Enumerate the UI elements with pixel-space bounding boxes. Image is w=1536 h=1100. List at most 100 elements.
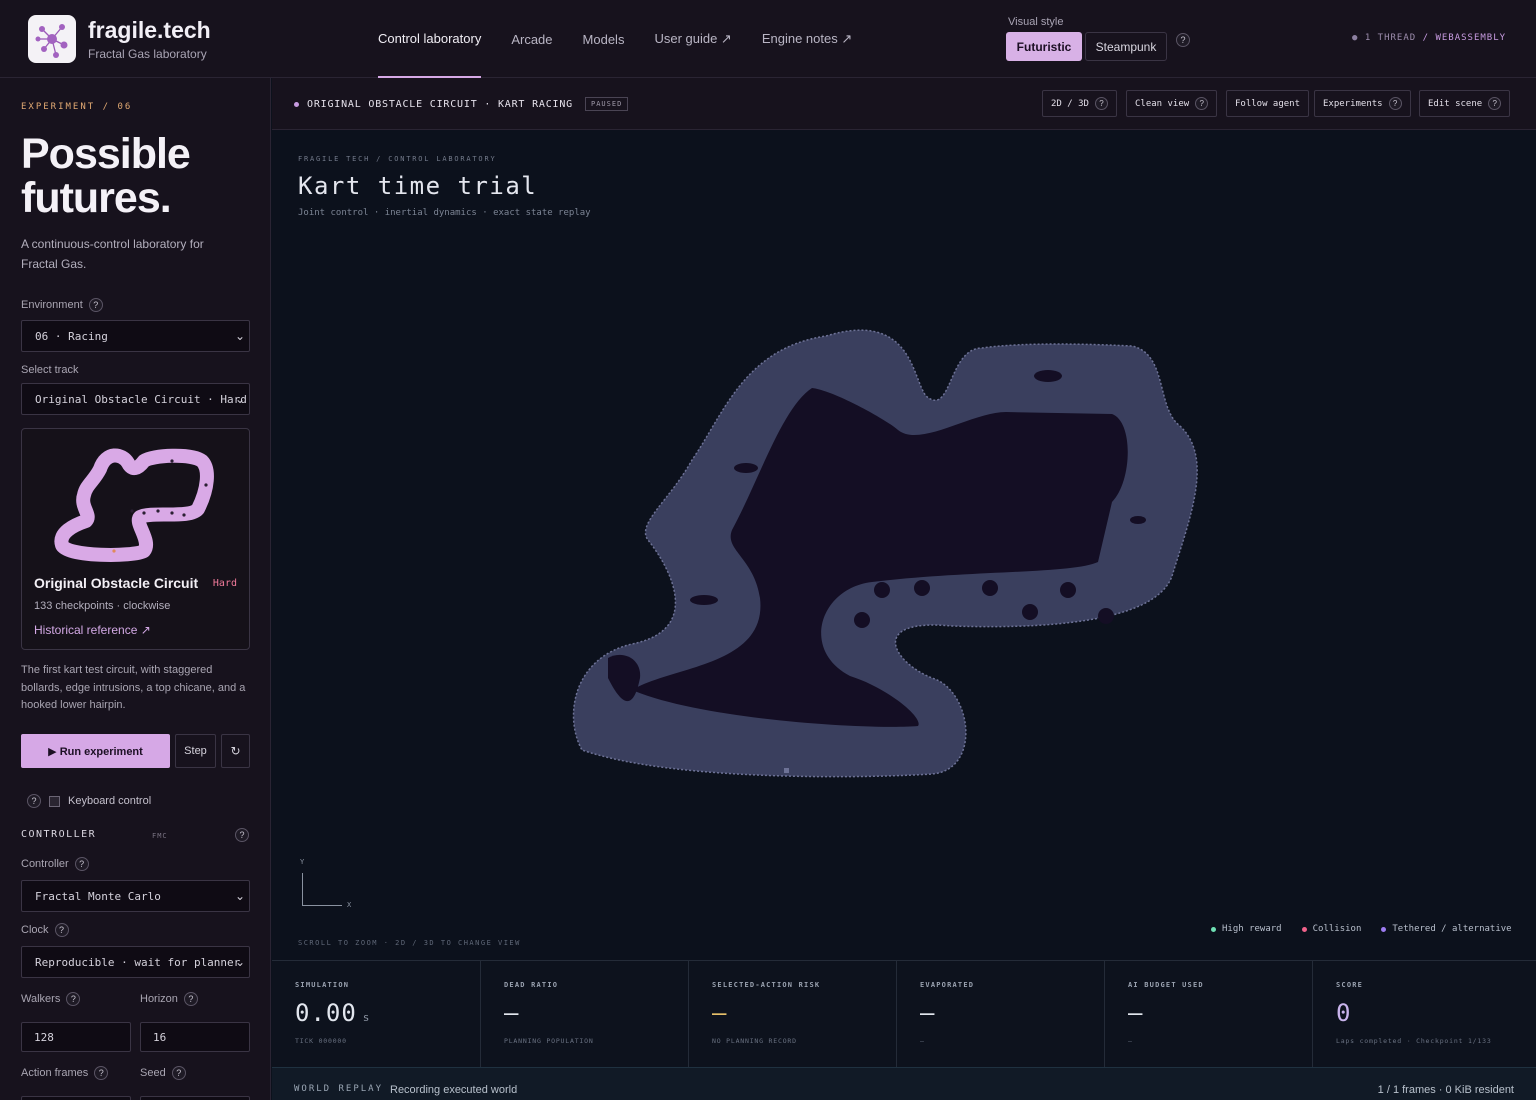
seed-input[interactable]: [140, 1096, 250, 1100]
help-icon[interactable]: ?: [1176, 33, 1190, 47]
track-value: Original Obstacle Circuit · Hard: [35, 392, 247, 406]
controller-label: Controller ?: [21, 857, 89, 871]
help-icon[interactable]: ?: [94, 1066, 109, 1080]
metric-value: —: [504, 999, 520, 1027]
view-hint: SCROLL TO ZOOM · 2D / 3D TO CHANGE VIEW: [298, 939, 521, 947]
metric-score: SCORE 0 Laps completed · Checkpoint 1/13…: [1312, 961, 1536, 1068]
step-button[interactable]: Step: [175, 734, 216, 768]
track-label: Select track: [21, 364, 78, 376]
chevron-down-icon: ⌄: [234, 889, 245, 903]
nav-engine-notes[interactable]: Engine notes ↗: [762, 0, 852, 78]
metric-sub: Laps completed · Checkpoint 1/133: [1336, 1037, 1492, 1045]
environment-value: 06 · Racing: [35, 329, 108, 343]
edit-scene-button[interactable]: Edit scene?: [1419, 90, 1511, 117]
keyboard-control-row: ? Keyboard control: [27, 794, 151, 808]
chevron-down-icon: ⌄: [234, 955, 245, 969]
walkers-label-text: Walkers: [21, 993, 61, 1005]
help-icon[interactable]: ?: [1388, 97, 1402, 110]
edit-scene-label: Edit scene: [1428, 98, 1483, 109]
experiment-kicker: EXPERIMENT / 06: [21, 102, 133, 112]
experiments-button[interactable]: Experiments?: [1314, 90, 1411, 117]
environment-label-text: Environment: [21, 299, 83, 311]
status-badge: PAUSED: [585, 97, 629, 111]
main-nav: Control laboratory Arcade Models User gu…: [378, 0, 852, 78]
brand-name[interactable]: fragile.tech: [88, 17, 211, 44]
difficulty-badge: Hard: [212, 578, 237, 589]
legend: High reward Collision Tethered / alterna…: [1211, 924, 1512, 934]
help-icon[interactable]: ?: [54, 923, 69, 937]
environment-select[interactable]: 06 · Racing ⌄: [21, 320, 250, 352]
scene-title: ORIGINAL OBSTACLE CIRCUIT · KART RACING …: [294, 97, 629, 111]
walkers-label: Walkers ?: [21, 992, 81, 1006]
keyboard-control-checkbox[interactable]: [49, 795, 60, 807]
legend-dot-icon: [1381, 926, 1387, 932]
world-replay-bar: WORLD REPLAY Recording executed world 1 …: [272, 1067, 1536, 1100]
metric-value: —: [1128, 999, 1144, 1027]
clean-view-button[interactable]: Clean view?: [1126, 90, 1218, 117]
start-marker: [784, 768, 789, 773]
legend-label: Tethered / alternative: [1392, 924, 1512, 934]
legend-label: Collision: [1312, 924, 1362, 934]
experiments-label: Experiments: [1323, 98, 1383, 109]
chevron-down-icon: ⌄: [234, 329, 245, 343]
metric-label: SELECTED-ACTION RISK: [712, 981, 821, 989]
follow-agent-button[interactable]: Follow agent: [1226, 90, 1310, 117]
action-frames-label-text: Action frames: [21, 1067, 89, 1079]
help-icon[interactable]: ?: [171, 1066, 186, 1080]
help-icon[interactable]: ?: [235, 828, 249, 842]
network-logo-icon[interactable]: [28, 15, 76, 63]
replay-frames: 1 / 1 frames · 0 KiB resident: [1377, 1084, 1514, 1096]
horizon-input[interactable]: 16: [140, 1022, 250, 1052]
visual-style-label: Visual style: [1008, 16, 1064, 28]
help-icon[interactable]: ?: [1488, 97, 1502, 110]
style-steampunk-button[interactable]: Steampunk: [1085, 32, 1167, 61]
nav-control-laboratory[interactable]: Control laboratory: [378, 0, 482, 78]
metrics-strip: SIMULATION 0.00 s TICK 000000 DEAD RATIO …: [272, 960, 1536, 1068]
help-icon[interactable]: ?: [74, 857, 89, 871]
metric-value: —: [712, 999, 728, 1027]
track-select[interactable]: Original Obstacle Circuit · Hard ⌄: [21, 383, 250, 415]
help-icon[interactable]: ?: [27, 794, 41, 808]
nav-user-guide[interactable]: User guide ↗: [654, 0, 731, 78]
clock-label: Clock ?: [21, 923, 69, 937]
metric-label: AI BUDGET USED: [1128, 981, 1204, 989]
scene-title-text: ORIGINAL OBSTACLE CIRCUIT · KART RACING: [307, 98, 573, 110]
clock-label-text: Clock: [21, 924, 49, 936]
horizon-label: Horizon ?: [140, 992, 198, 1006]
metric-label: DEAD RATIO: [504, 981, 559, 989]
track-label-text: Select track: [21, 364, 79, 376]
metric-sub: NO PLANNING RECORD: [712, 1037, 797, 1045]
top-bar: fragile.tech Fractal Gas laboratory Cont…: [0, 0, 1536, 78]
historical-reference-link[interactable]: Historical reference ↗: [34, 623, 151, 637]
view-title: Kart time trial: [298, 172, 538, 200]
metric-value-row: 0.00 s: [295, 999, 480, 1029]
toggle-2d-3d-button[interactable]: 2D / 3D?: [1042, 90, 1117, 117]
nav-models[interactable]: Models: [583, 0, 625, 78]
metric-ai-budget: AI BUDGET USED — —: [1104, 961, 1312, 1068]
help-icon[interactable]: ?: [88, 298, 103, 312]
clock-select[interactable]: Reproducible · wait for planner ⌄: [21, 946, 250, 978]
metric-simulation: SIMULATION 0.00 s TICK 000000: [272, 961, 480, 1068]
action-frames-input[interactable]: [21, 1096, 131, 1100]
controller-tag: FMC: [152, 832, 168, 840]
help-icon[interactable]: ?: [1195, 97, 1209, 110]
track-card[interactable]: Original Obstacle Circuit Hard 133 check…: [21, 428, 250, 650]
walkers-input[interactable]: 128: [21, 1022, 131, 1052]
chevron-down-icon: ⌄: [234, 392, 245, 406]
help-icon[interactable]: ?: [1094, 97, 1108, 110]
view-toolbar: ORIGINAL OBSTACLE CIRCUIT · KART RACING …: [272, 78, 1536, 130]
axis-gizmo: [302, 873, 342, 906]
help-icon[interactable]: ?: [66, 992, 81, 1006]
replay-label: WORLD REPLAY: [294, 1084, 384, 1094]
metric-value: —: [920, 999, 936, 1027]
nav-arcade[interactable]: Arcade: [511, 0, 552, 78]
controller-select[interactable]: Fractal Monte Carlo ⌄: [21, 880, 250, 912]
style-futuristic-button[interactable]: Futuristic: [1006, 32, 1082, 61]
main-view: ORIGINAL OBSTACLE CIRCUIT · KART RACING …: [272, 78, 1536, 1100]
metric-label: EVAPORATED: [920, 981, 975, 989]
reset-icon[interactable]: ↻: [221, 734, 250, 768]
help-icon[interactable]: ?: [183, 992, 198, 1006]
environment-label: Environment ?: [21, 298, 103, 312]
legend-dot-icon: [1301, 926, 1307, 932]
run-experiment-button[interactable]: ▶ Run experiment: [21, 734, 170, 768]
